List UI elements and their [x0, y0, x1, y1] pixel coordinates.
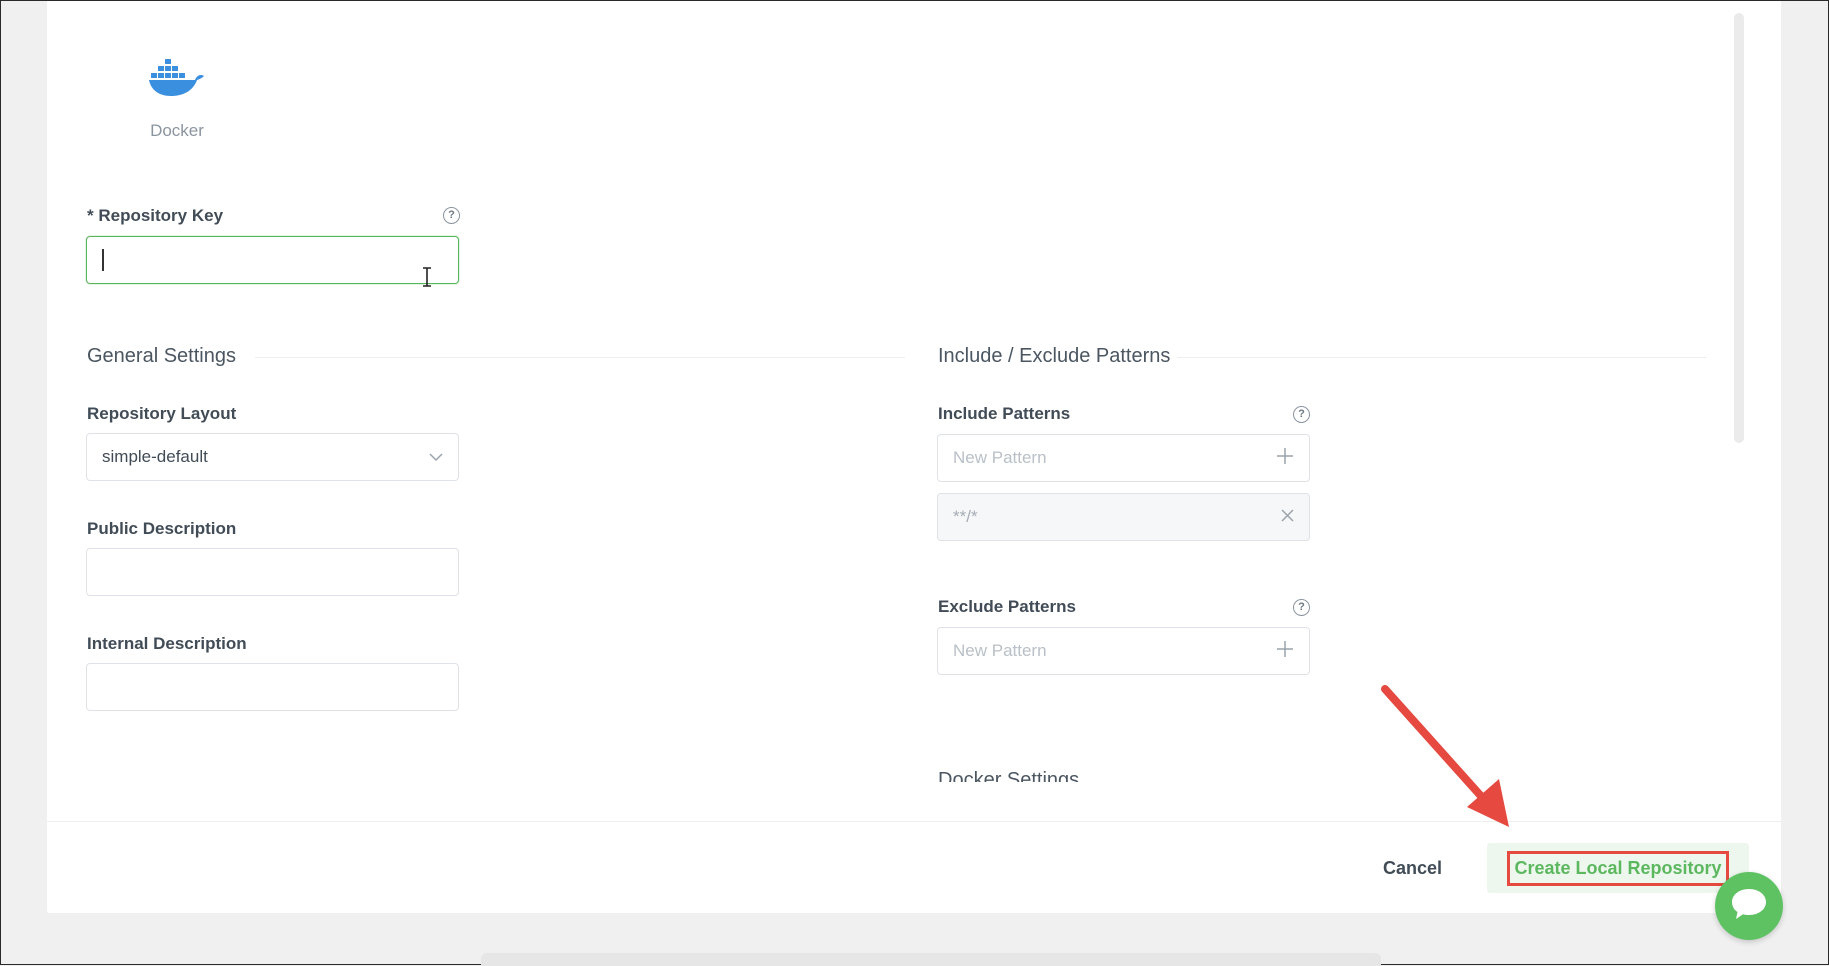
exclude-pattern-input[interactable]: New Pattern [937, 627, 1310, 675]
patterns-section-title: Include / Exclude Patterns [938, 345, 1171, 367]
include-pattern-value: **/* [953, 507, 978, 526]
internal-description-input[interactable] [86, 663, 459, 711]
plus-icon[interactable] [1276, 447, 1294, 470]
question-circle-icon[interactable]: ? [443, 207, 460, 224]
scrollbar[interactable] [1734, 13, 1744, 443]
create-local-repository-label: Create Local Repository [1507, 850, 1729, 886]
package-type-label: Docker [150, 121, 204, 140]
include-pattern-input[interactable]: New Pattern [937, 434, 1310, 482]
public-description-label: Public Description [87, 519, 237, 538]
text-caret [102, 249, 104, 271]
general-settings-title: General Settings [87, 345, 236, 367]
include-patterns-label: Include Patterns [938, 404, 1071, 423]
repository-layout-select[interactable]: simple-default [86, 433, 459, 481]
package-type-tile[interactable]: Docker [87, 13, 287, 140]
repository-key-input[interactable] [86, 236, 459, 284]
repository-layout-label: Repository Layout [87, 404, 237, 423]
include-pattern-placeholder: New Pattern [953, 448, 1047, 467]
create-local-repository-button[interactable]: Create Local Repository [1487, 843, 1749, 893]
docker-whale-icon [87, 55, 267, 99]
annotation-arrow-icon [1371, 681, 1521, 836]
mouse-ibeam-cursor-icon [422, 267, 432, 292]
repository-key-label: * Repository Key [87, 206, 224, 225]
question-circle-icon[interactable]: ? [1293, 599, 1310, 616]
internal-description-label: Internal Description [87, 634, 247, 653]
plus-icon[interactable] [1276, 640, 1294, 663]
chevron-down-icon [429, 447, 443, 467]
include-pattern-chip: **/* [937, 493, 1310, 541]
cancel-button[interactable]: Cancel [1383, 858, 1442, 879]
section-divider [1177, 357, 1707, 358]
background-surface [481, 953, 1381, 966]
question-circle-icon[interactable]: ? [1293, 406, 1310, 423]
exclude-pattern-placeholder: New Pattern [953, 641, 1047, 660]
exclude-patterns-label: Exclude Patterns [938, 597, 1076, 616]
chat-widget-button[interactable] [1715, 872, 1783, 940]
docker-settings-title-clipped: Docker Settings [938, 769, 1080, 782]
close-icon[interactable] [1281, 507, 1294, 527]
public-description-input[interactable] [86, 548, 459, 596]
repository-layout-value: simple-default [102, 447, 208, 466]
section-divider [255, 357, 905, 358]
chat-bubble-icon [1730, 887, 1768, 926]
